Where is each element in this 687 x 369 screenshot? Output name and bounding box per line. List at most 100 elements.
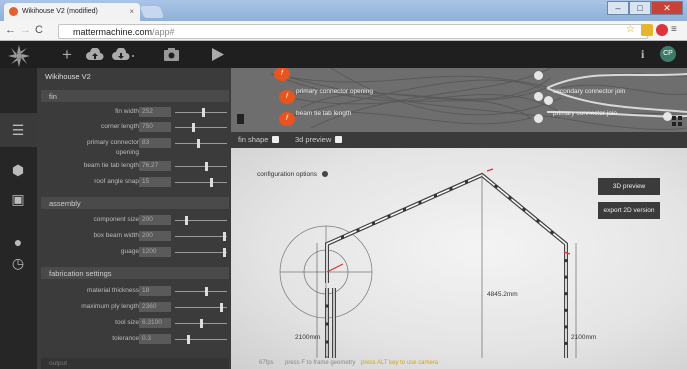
param-value-input[interactable]: 252 [139, 107, 171, 117]
star-icon[interactable]: ☆ [626, 24, 638, 36]
section-fin[interactable]: fin [41, 90, 229, 102]
section-assembly[interactable]: assembly [41, 197, 229, 209]
param-slider-thumb[interactable] [223, 232, 226, 241]
graph-port[interactable] [534, 92, 543, 101]
graph-port[interactable] [544, 96, 553, 105]
param-slider-thumb[interactable] [202, 108, 205, 117]
param-slider-track[interactable] [175, 252, 227, 253]
logo-icon[interactable] [8, 45, 30, 67]
maximize-button[interactable]: □ [629, 1, 651, 15]
node-graph[interactable]: f f primary connector opening f beam tie… [231, 68, 687, 132]
extension-icon[interactable] [656, 24, 668, 36]
graph-port[interactable] [534, 71, 543, 80]
minimize-button[interactable]: – [607, 1, 629, 15]
app: + i CP ☰ ⬢ ▣ ● ◷ Wikihouse V2 fin fin wi… [0, 42, 687, 369]
connector-slot [536, 219, 540, 223]
param-slider-thumb[interactable] [223, 248, 226, 257]
status-bar: 67fps press F to frame geometry press AL… [231, 360, 687, 369]
avatar[interactable]: CP [660, 46, 676, 62]
param-label: component size [93, 216, 139, 223]
connector-slot [522, 208, 526, 211]
param-value-input[interactable]: 1200 [139, 247, 171, 257]
url-host: mattermachine.com [73, 27, 153, 37]
param-label: guage [120, 248, 139, 255]
reload-icon[interactable]: C [35, 24, 43, 36]
param-slider-thumb[interactable] [210, 178, 213, 187]
connector-slot [434, 194, 437, 198]
param-slider-thumb[interactable] [205, 162, 208, 171]
viewport[interactable]: configuration options 3D preview export … [231, 148, 687, 369]
cloud-download-icon[interactable] [112, 48, 136, 62]
param-slider-track[interactable] [175, 291, 227, 292]
param-slider-thumb[interactable] [187, 335, 190, 344]
param-slider-thumb[interactable] [200, 319, 203, 328]
graph-port[interactable] [534, 114, 543, 123]
connector-slot [341, 235, 344, 239]
grid-icon[interactable] [672, 116, 682, 126]
param-slider-track[interactable] [175, 182, 227, 183]
param-slider-thumb[interactable] [205, 287, 208, 296]
info-icon[interactable]: i [641, 47, 644, 62]
graph-port[interactable] [663, 112, 672, 121]
tab-3d-preview-label: 3d preview [295, 135, 332, 144]
list-icon[interactable]: ☰ [10, 123, 26, 137]
extension-icon[interactable] [641, 24, 653, 36]
forward-icon[interactable]: → [20, 24, 31, 36]
menu-icon[interactable]: ≡ [671, 24, 683, 36]
param-value-input[interactable]: 200 [139, 215, 171, 225]
param-slider-track[interactable] [175, 112, 227, 113]
param-slider-thumb[interactable] [220, 303, 223, 312]
param-slider-thumb[interactable] [192, 123, 195, 132]
param-value-input[interactable]: 2360 [139, 302, 171, 312]
param-value-input[interactable]: 76.27 [139, 161, 171, 171]
param-value-input[interactable]: 6.3100 [139, 318, 171, 328]
cloud-upload-icon[interactable] [86, 48, 104, 62]
param-value-input[interactable]: 15 [139, 177, 171, 187]
address-bar[interactable]: mattermachine.com/app# [58, 24, 648, 39]
tab-fin-shape[interactable]: fin shape [238, 135, 280, 144]
param-label: roof angle snap [94, 178, 139, 185]
param-value-input[interactable]: 83 [139, 138, 171, 148]
tab-3d-preview[interactable]: 3d preview [295, 135, 343, 144]
chat-icon[interactable]: ● [10, 235, 26, 249]
browser-tab[interactable]: Wikihouse V2 (modified) × [4, 3, 140, 21]
graph-node[interactable]: f [279, 90, 295, 104]
image-icon[interactable]: ▣ [10, 192, 26, 206]
param-value-input[interactable]: 200 [139, 231, 171, 241]
param-slider-track[interactable] [175, 220, 227, 221]
add-icon[interactable]: + [62, 45, 72, 65]
section-fabrication[interactable]: fabrication settings [41, 267, 229, 279]
bookmark-icon[interactable] [237, 114, 244, 124]
graph-port-label: secondary connector join [553, 88, 626, 95]
param-row: material thickness 18 [37, 286, 231, 298]
connector-slot [418, 201, 422, 205]
param-value-input[interactable]: 0.3 [139, 334, 171, 344]
fin-drawing: 4845.2mm 2100mm 2100mm 7500mm [279, 168, 596, 358]
param-slider-thumb[interactable] [197, 139, 200, 148]
checkbox-icon[interactable] [272, 136, 280, 143]
param-value-input[interactable]: 18 [139, 286, 171, 296]
back-icon[interactable]: ← [5, 24, 16, 36]
graph-node[interactable]: f [279, 112, 295, 126]
new-tab-button[interactable] [139, 6, 165, 18]
param-slider-track[interactable] [175, 236, 227, 237]
camera-icon[interactable] [164, 48, 179, 61]
connector-slot [564, 325, 568, 329]
clock-icon[interactable]: ◷ [10, 256, 26, 270]
checkbox-icon[interactable] [335, 136, 343, 143]
play-icon[interactable] [212, 48, 224, 61]
tab-close-icon[interactable]: × [129, 7, 134, 16]
cube-icon[interactable]: ⬢ [10, 163, 26, 177]
close-window-button[interactable]: ✕ [651, 1, 683, 15]
param-label: material thickness [86, 287, 139, 294]
param-value-input[interactable]: 750 [139, 122, 171, 132]
param-row: beam tie tab length 76.27 [37, 161, 231, 173]
dim-height: 4845.2mm [487, 291, 518, 298]
section-output[interactable]: output [41, 358, 229, 369]
param-slider-track[interactable] [175, 166, 227, 167]
param-slider-thumb[interactable] [185, 216, 188, 225]
param-slider-track[interactable] [175, 339, 227, 340]
param-slider-track[interactable] [175, 143, 227, 144]
param-slider-track[interactable] [175, 127, 227, 128]
fin-outline-inner [326, 174, 567, 358]
